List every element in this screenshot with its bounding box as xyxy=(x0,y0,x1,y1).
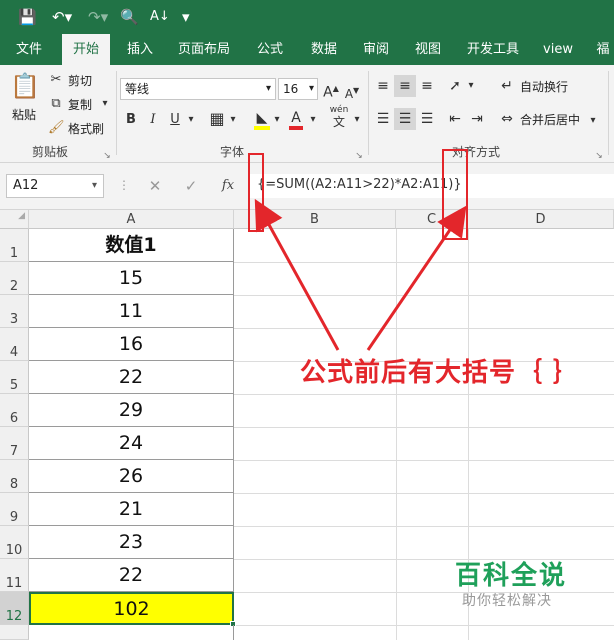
arrow-right xyxy=(366,205,467,351)
watermark-title: 百科全说 xyxy=(455,561,568,591)
arrow-left xyxy=(254,198,340,351)
annotation-arrows xyxy=(254,198,467,351)
watermark-subtitle: 助你轻松解决 xyxy=(462,593,552,609)
annotation-callout: 公式前后有大括号｛ ｝ xyxy=(300,358,581,388)
